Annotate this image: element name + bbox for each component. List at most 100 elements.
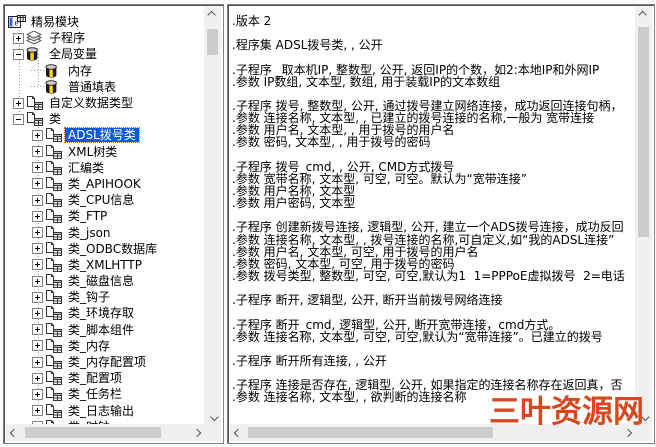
tree-item-label[interactable]: 子程序 [46, 31, 88, 45]
tree-vertical-scrollbar[interactable] [204, 7, 221, 424]
module-icon: e [8, 15, 28, 30]
code-line: .参数 用户密码, 文本型 [232, 197, 635, 209]
scrollbar-thumb[interactable] [25, 427, 161, 438]
tree-item-label[interactable]: 普通填表 [65, 80, 119, 94]
code-line: .程序集 ADSL拨号类, , 公开 [232, 39, 635, 51]
code-line: .子程序 创建新拨号连接, 逻辑型, 公开, 建立一个ADS拨号连接，成功反回 [232, 221, 635, 233]
tree-item-label[interactable]: 自定义数据类型 [46, 96, 136, 110]
tree-item: 内存 [6, 63, 204, 79]
tree-item: 类_ODBC数据库 [6, 241, 204, 257]
expand-toggle-icon[interactable] [32, 227, 43, 238]
tree-item-label[interactable]: 类_日志输出 [65, 404, 137, 418]
expand-toggle-icon[interactable] [13, 114, 24, 125]
class-icon [45, 274, 65, 289]
expand-toggle-icon[interactable] [32, 195, 43, 206]
tree-item: 类_时钟 [6, 419, 204, 424]
tree-item-label[interactable]: 类_环境存取 [65, 306, 137, 320]
code-line: .参数 拨号类型, 整数型, 可空, 可空,默认为1 1=PPPoE虚拟拨号 2… [232, 270, 635, 282]
tree-item: 类_XMLHTTP [6, 257, 204, 273]
tree-item-label[interactable]: 精易模块 [28, 15, 82, 29]
expand-toggle-icon[interactable] [32, 373, 43, 384]
class-icon [26, 96, 46, 111]
tree-item-label[interactable]: ADSL拨号类 [65, 128, 139, 142]
code-line: .参数 用户名, 文本型, 可空, 用于拨号的用户名 [232, 246, 635, 258]
scroll-up-button[interactable] [635, 7, 652, 22]
expand-toggle-icon[interactable] [32, 276, 43, 287]
tree-item-label[interactable]: 内存 [65, 64, 95, 78]
tree-item-label[interactable]: XML树类 [65, 145, 120, 159]
tree-item-label[interactable]: 类_ODBC数据库 [65, 242, 160, 256]
tree-item: 汇编类 [6, 160, 204, 176]
scrollbar-corner [204, 424, 221, 441]
scroll-left-button[interactable] [6, 424, 21, 441]
scrollbar-thumb[interactable] [638, 27, 649, 237]
scroll-right-button[interactable] [189, 424, 204, 441]
tree-item-label[interactable]: 类_内存配置项 [65, 355, 149, 369]
cylinder-icon [26, 47, 46, 62]
tree-item-label[interactable]: 类_json [65, 226, 114, 240]
tree-item-label[interactable]: 全局变量 [46, 47, 100, 61]
scroll-left-button[interactable] [230, 424, 245, 441]
tree-item-label[interactable]: 类_时钟 [65, 420, 113, 424]
tree-item-label[interactable]: 类_钩子 [65, 290, 113, 304]
expand-toggle-icon[interactable] [32, 211, 43, 222]
expand-toggle-icon[interactable] [32, 308, 43, 319]
chevron-left-icon [233, 428, 241, 436]
code-line [232, 306, 635, 318]
expand-toggle-icon[interactable] [32, 130, 43, 141]
code-line: .子程序 断开_cmd, 逻辑型, 公开, 断开宽带连接，cmd方式。 [232, 319, 635, 331]
expand-toggle-icon[interactable] [32, 243, 43, 254]
code-line [232, 51, 635, 63]
expand-toggle-icon[interactable] [32, 405, 43, 416]
expand-toggle-icon[interactable] [13, 33, 24, 44]
tree-item-label[interactable]: 类_内存 [65, 339, 113, 353]
class-icon [45, 290, 65, 305]
expand-toggle-icon[interactable] [32, 292, 43, 303]
expand-toggle-icon[interactable] [32, 146, 43, 157]
class-icon [45, 257, 65, 272]
tree-item-label[interactable]: 类_脚本组件 [65, 323, 137, 337]
expand-toggle-icon[interactable] [32, 259, 43, 270]
code-line: .子程序 断开, 逻辑型, 公开, 断开当前拨号网络连接 [232, 294, 635, 306]
expand-toggle-icon[interactable] [32, 324, 43, 335]
module-viewer-window: e精易模块子程序全局变量内存普通填表自定义数据类型类ADSL拨号类 XML树类汇编… [0, 0, 656, 447]
scrollbar-thumb[interactable] [207, 29, 218, 55]
tree-item-label[interactable]: 类_FTP [65, 209, 110, 223]
expand-toggle-icon[interactable] [32, 178, 43, 189]
scrollbar-thumb[interactable] [248, 427, 493, 438]
chevron-up-icon [638, 10, 646, 18]
expand-toggle-icon[interactable] [32, 389, 43, 400]
expand-toggle-icon[interactable] [13, 98, 24, 109]
tree-item: 类_磁盘信息 [6, 273, 204, 289]
tree-item-label[interactable]: 汇编类 [65, 161, 107, 175]
tree-horizontal-scrollbar[interactable] [6, 424, 204, 441]
class-icon [26, 112, 46, 127]
tree-item-label[interactable]: 类_磁盘信息 [65, 274, 137, 288]
tree-item: 类_APIHOOK [6, 176, 204, 192]
expand-toggle-icon[interactable] [32, 162, 43, 173]
module-tree-panel: e精易模块子程序全局变量内存普通填表自定义数据类型类ADSL拨号类 XML树类汇编… [3, 4, 224, 444]
code-line: .子程序 拨号_cmd, , 公开, CMD方式拨号 [232, 161, 635, 173]
class-icon [45, 193, 65, 208]
expand-toggle-icon[interactable] [32, 421, 43, 424]
expand-toggle-icon[interactable] [13, 49, 24, 60]
expand-toggle-icon[interactable] [32, 340, 43, 351]
cylinder-icon [45, 79, 65, 94]
expand-toggle-icon[interactable] [32, 357, 43, 368]
scroll-up-button[interactable] [204, 7, 221, 22]
cylinder-icon [45, 63, 65, 78]
tree-item: 自定义数据类型 [6, 95, 204, 111]
code-view[interactable]: .版本 2 .程序集 ADSL拨号类, , 公开 .子程序 _取本机IP, 整数… [232, 7, 635, 424]
tree-item-label[interactable]: 类_CPU信息 [65, 193, 137, 207]
tree-item: 类 [6, 111, 204, 127]
tree-item: 类_json [6, 224, 204, 240]
class-icon [45, 338, 65, 353]
tree-item-label[interactable]: 类_配置项 [65, 371, 125, 385]
scroll-down-button[interactable] [204, 409, 221, 424]
code-vertical-scrollbar[interactable] [635, 7, 652, 424]
code-line: .子程序 _取本机IP, 整数型, 公开, 返回IP的个数，如2:本地IP和外网… [232, 64, 635, 76]
tree-item-label[interactable]: 类 [46, 112, 64, 126]
tree-item-label[interactable]: 类_APIHOOK [65, 177, 144, 191]
tree-item-label[interactable]: 类_任务栏 [65, 387, 125, 401]
tree-item-label[interactable]: 类_XMLHTTP [65, 258, 145, 272]
